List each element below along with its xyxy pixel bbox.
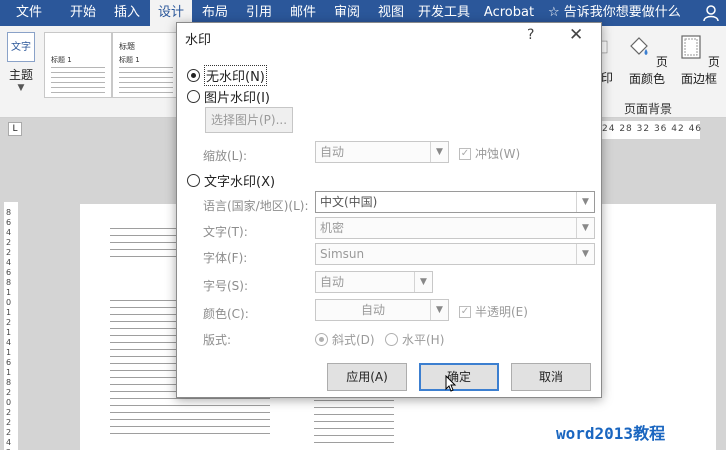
radio-button[interactable] — [315, 333, 328, 346]
select-picture-button[interactable]: 选择图片(P)... — [205, 107, 293, 133]
page-background-group-label: 页面背景 — [624, 102, 673, 116]
theme-label: 主题 — [8, 68, 33, 82]
picture-watermark-label: 图片水印(I) — [204, 91, 270, 106]
color-value: 自动 — [360, 303, 385, 317]
scale-dropdown[interactable]: 自动 ▼ — [315, 141, 449, 163]
style-thumbnail[interactable]: 标题 标题 1 — [112, 32, 180, 98]
watermark-label: word2013教程 — [556, 424, 666, 443]
semitransparent-label: 半透明(E) — [475, 305, 528, 319]
chevron-down-icon: ▼ — [17, 83, 25, 93]
diagonal-label: 斜式(D) — [332, 333, 375, 347]
ruler-numbers: 24 28 32 36 42 46 — [602, 124, 703, 134]
page-color-button[interactable]: 页面颜色 — [622, 34, 672, 87]
chevron-down-icon: ▼ — [576, 192, 594, 212]
scale-value: 自动 — [320, 145, 345, 159]
watermark-icon — [600, 40, 608, 54]
no-watermark-label: 无水印(N) — [204, 65, 267, 86]
language-dropdown[interactable]: 中文(中国) ▼ — [315, 191, 595, 213]
color-label: 颜色(C): — [203, 307, 249, 321]
horizontal-label: 水平(H) — [402, 333, 445, 347]
washout-label: 冲蚀(W) — [475, 147, 521, 161]
language-value: 中文(中国) — [320, 195, 378, 209]
semitransparent-checkbox[interactable]: ✓ 半透明(E) — [459, 303, 528, 320]
chevron-down-icon: ▼ — [430, 142, 448, 162]
style-thumb-subtitle: 标题 1 — [51, 56, 72, 64]
user-icon[interactable] — [702, 4, 720, 22]
radio-button[interactable] — [187, 174, 200, 187]
text-watermark-label: 文字水印(X) — [204, 175, 276, 190]
dialog-title: 水印 — [185, 33, 212, 48]
vertical-ruler-numbers: 8 6 4 2 2 4 6 8 10 12 14 16 18 20 22 24 … — [6, 208, 12, 450]
tell-me-text: 告诉我你想要做什么 — [563, 5, 681, 20]
radio-button[interactable] — [187, 90, 200, 103]
size-dropdown[interactable]: 自动 ▼ — [315, 271, 433, 293]
tab-file[interactable]: 文件 — [8, 0, 50, 26]
radio-button[interactable] — [385, 333, 398, 346]
color-dropdown[interactable]: 自动 ▼ — [315, 299, 449, 321]
size-label: 字号(S): — [203, 279, 249, 293]
chevron-down-icon: ▼ — [576, 218, 594, 238]
horizontal-radio[interactable]: 水平(H) — [385, 331, 444, 348]
mouse-cursor-icon — [445, 375, 457, 392]
no-watermark-radio[interactable]: 无水印(N) — [187, 65, 267, 86]
page-text-lines — [314, 400, 394, 448]
apply-button[interactable]: 应用(A) — [327, 363, 407, 391]
paint-bucket-icon — [630, 37, 648, 55]
tab-home[interactable]: 开始 — [62, 0, 104, 26]
layout-label: 版式: — [203, 333, 232, 347]
style-thumb-lines — [119, 67, 173, 93]
chevron-down-icon: ▼ — [430, 300, 448, 320]
page-border-icon — [681, 35, 701, 59]
ok-button[interactable]: 确定 — [419, 363, 499, 391]
style-thumbnail[interactable]: 标题 1 — [44, 32, 112, 98]
style-thumb-heading: 标题 — [119, 42, 135, 51]
picture-watermark-radio[interactable]: 图片水印(I) — [187, 87, 270, 106]
theme-button[interactable]: 文字 主题 ▼ — [4, 32, 38, 112]
cancel-button[interactable]: 取消 — [511, 363, 591, 391]
theme-icon: 文字 — [7, 32, 35, 62]
vertical-ruler: 8 6 4 2 2 4 6 8 10 12 14 16 18 20 22 24 … — [0, 142, 22, 450]
checkbox[interactable]: ✓ — [459, 147, 471, 160]
text-label: 文字(T): — [203, 225, 248, 239]
scale-label: 缩放(L): — [203, 149, 248, 163]
watermark-dialog: 水印 ? ✕ 无水印(N) 图片水印(I) 选择图片(P)... 缩放(L): … — [176, 22, 602, 398]
font-value: Simsun — [320, 247, 365, 261]
close-icon[interactable]: ✕ — [569, 25, 583, 45]
style-thumb-lines — [51, 67, 105, 93]
text-watermark-radio[interactable]: 文字水印(X) — [187, 171, 275, 190]
text-dropdown[interactable]: 机密 ▼ — [315, 217, 595, 239]
help-button[interactable]: ? — [527, 27, 534, 43]
style-thumb-subtitle: 标题 1 — [119, 56, 140, 64]
font-label: 字体(F): — [203, 251, 248, 265]
radio-button[interactable] — [187, 69, 200, 82]
font-dropdown[interactable]: Simsun ▼ — [315, 243, 595, 265]
watermark-button-label: 印 — [600, 71, 613, 85]
diagonal-radio[interactable]: 斜式(D) — [315, 331, 375, 348]
text-value: 机密 — [320, 221, 345, 235]
tab-insert[interactable]: 插入 — [106, 0, 148, 26]
tab-selector-icon[interactable]: L — [8, 122, 22, 136]
washout-checkbox[interactable]: ✓ 冲蚀(W) — [459, 145, 520, 162]
page-border-button[interactable]: 页面边框 — [674, 34, 724, 87]
language-label: 语言(国家/地区)(L): — [203, 199, 309, 213]
checkbox[interactable]: ✓ — [459, 305, 471, 318]
chevron-down-icon: ▼ — [414, 272, 432, 292]
lightbulb-icon: ☆ — [548, 5, 560, 20]
chevron-down-icon: ▼ — [576, 244, 594, 264]
size-value: 自动 — [320, 275, 345, 289]
